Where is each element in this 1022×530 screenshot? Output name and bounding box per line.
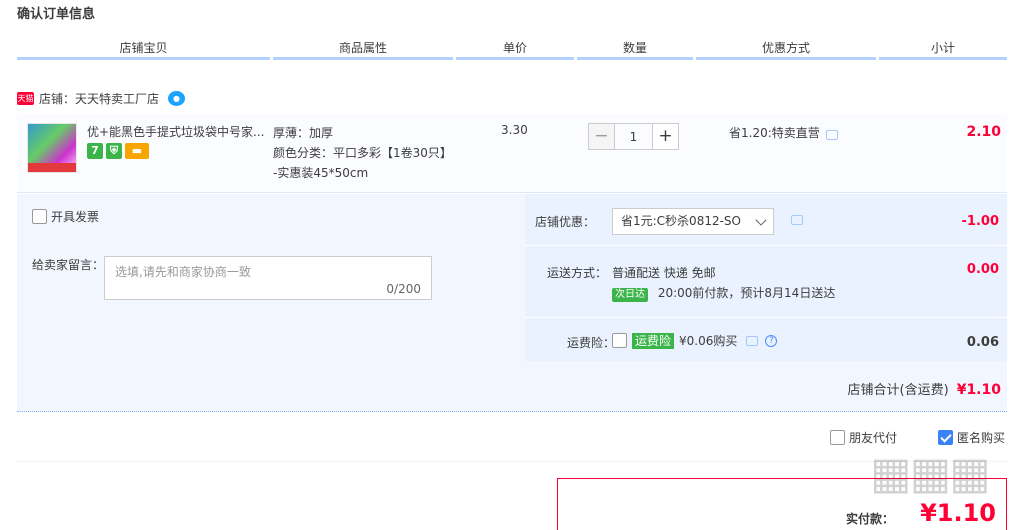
column-header-unit-price: 单价 <box>456 38 574 60</box>
shop-discount-selected: 省1元:C秒杀0812-SO <box>621 214 741 228</box>
shop-discount-label: 店铺优惠： <box>534 215 595 229</box>
message-char-count: 0/200 <box>386 282 421 296</box>
column-header-attributes: 商品属性 <box>273 38 453 60</box>
anonymous-checkbox[interactable] <box>938 430 953 445</box>
shop-row: 天猫 店铺：天天特卖工厂店 ● <box>17 88 186 108</box>
insurance-tag: 运费险 <box>632 332 675 349</box>
quantity-input[interactable]: 1 <box>615 123 652 150</box>
fees-section: 店铺优惠： 省1元:C秒杀0812-SO -1.00 运送方式： 普通配送 快递… <box>525 194 1007 361</box>
attr-size: -实惠装45*50cm <box>273 166 369 180</box>
column-header-quantity: 数量 <box>577 38 693 60</box>
payment-options-row: 朋友代付 匿名购买 <box>17 420 1007 462</box>
column-header-discount: 优惠方式 <box>696 38 876 60</box>
decrease-quantity-button[interactable]: − <box>588 123 615 150</box>
shipping-method: 普通配送 快递 免邮 <box>612 266 716 280</box>
friend-pay-label: 朋友代付 <box>849 431 898 445</box>
shop-discount-row: 店铺优惠： 省1元:C秒杀0812-SO -1.00 <box>525 194 1007 246</box>
chevron-down-icon <box>755 214 767 226</box>
tmall-icon: 天猫 <box>17 91 34 105</box>
order-details-panel: 开具发票 给卖家留言： 选填,请先和商家协商一致 0/200 店铺优惠： 省1元… <box>17 194 1007 412</box>
product-thumbnail[interactable] <box>27 123 77 173</box>
card-icon: ▬ <box>125 143 149 159</box>
shipping-row: 运送方式： 普通配送 快递 免邮 次日达 20:00前付款，预计8月14日送达 … <box>525 246 1007 318</box>
invoice-label: 开具发票 <box>51 210 100 224</box>
comment-icon[interactable] <box>825 130 838 140</box>
shipping-eta-line: 次日达 20:00前付款，预计8月14日送达 <box>612 284 835 302</box>
column-header-subtotal: 小计 <box>879 38 1007 60</box>
shipping-amount: 0.00 <box>966 262 999 277</box>
attr-color: 颜色分类：平口多彩【1卷30只】 <box>273 146 452 160</box>
item-discount-text: 省1.20:特卖直营 <box>729 126 820 140</box>
insurance-row: 运费险： 运费险 ¥0.06购买 ? 0.06 <box>525 318 1007 361</box>
column-headers: 店铺宝贝 商品属性 单价 数量 优惠方式 小计 <box>17 38 1007 62</box>
increase-quantity-button[interactable]: + <box>652 123 679 150</box>
item-subtotal: 2.10 <box>966 124 1001 140</box>
unit-price: 3.30 <box>501 123 528 137</box>
shop-discount-select[interactable]: 省1元:C秒杀0812-SO <box>612 208 774 235</box>
product-title[interactable]: 优+能黑色手提式垃圾袋中号家... <box>87 123 267 140</box>
friend-pay-checkbox[interactable] <box>830 430 845 445</box>
quantity-stepper: − 1 + <box>588 123 679 151</box>
shield-icon: ⛨ <box>106 143 122 159</box>
shop-name[interactable]: 店铺：天天特卖工厂店 <box>39 90 159 107</box>
insurance-label: 运费险： <box>566 336 615 350</box>
help-icon[interactable]: ? <box>765 334 778 347</box>
shop-discount-amount: -1.00 <box>961 214 999 229</box>
invoice-checkbox[interactable] <box>32 209 47 224</box>
shipping-label: 运送方式： <box>546 266 607 280</box>
shop-total-label: 店铺合计(含运费) <box>847 383 949 398</box>
anonymous-label: 匿名购买 <box>957 431 1006 445</box>
shop-total-value: ¥1.10 <box>956 382 1001 398</box>
thumbnail-label <box>28 163 76 172</box>
shop-total: 店铺合计(含运费) ¥1.10 <box>848 379 1001 398</box>
product-badges: 7 ⛨ ▬ <box>87 143 149 159</box>
shipping-eta: 20:00前付款，预计8月14日送达 <box>657 286 836 300</box>
insurance-amount: 0.06 <box>966 335 999 350</box>
watermark-logo: ▦▦▦ <box>870 448 991 499</box>
comment-icon[interactable] <box>791 215 803 225</box>
anonymous-option[interactable]: 匿名购买 <box>938 429 1005 446</box>
message-textarea[interactable]: 选填,请先和商家协商一致 0/200 <box>104 256 432 300</box>
page-title: 确认订单信息 <box>17 7 96 22</box>
payment-label: 实付款： <box>845 512 894 526</box>
insurance-price: ¥0.06购买 <box>679 334 738 348</box>
order-item-row: 优+能黑色手提式垃圾袋中号家... 7 ⛨ ▬ 厚薄：加厚 颜色分类：平口多彩【… <box>17 114 1007 193</box>
attr-thickness: 厚薄：加厚 <box>273 126 334 140</box>
item-discount: 省1.20:特卖直营 <box>729 124 838 141</box>
message-label: 给卖家留言： <box>32 258 105 272</box>
message-placeholder: 选填,请先和商家协商一致 <box>115 265 251 279</box>
insurance-option[interactable]: 运费险 ¥0.06购买 ? <box>612 332 778 349</box>
column-header-item: 店铺宝贝 <box>17 38 270 60</box>
insurance-checkbox[interactable] <box>612 333 627 348</box>
chat-seller-icon[interactable]: ● <box>168 90 186 106</box>
payment-value: ¥1.10 <box>920 499 996 527</box>
friend-pay-option[interactable]: 朋友代付 <box>830 429 897 446</box>
seven-day-return-icon: 7 <box>87 143 103 159</box>
next-day-badge: 次日达 <box>612 288 648 302</box>
invoice-option[interactable]: 开具发票 <box>32 208 99 225</box>
product-attributes: 厚薄：加厚 颜色分类：平口多彩【1卷30只】 -实惠装45*50cm <box>273 123 452 183</box>
comment-icon[interactable] <box>746 335 759 346</box>
